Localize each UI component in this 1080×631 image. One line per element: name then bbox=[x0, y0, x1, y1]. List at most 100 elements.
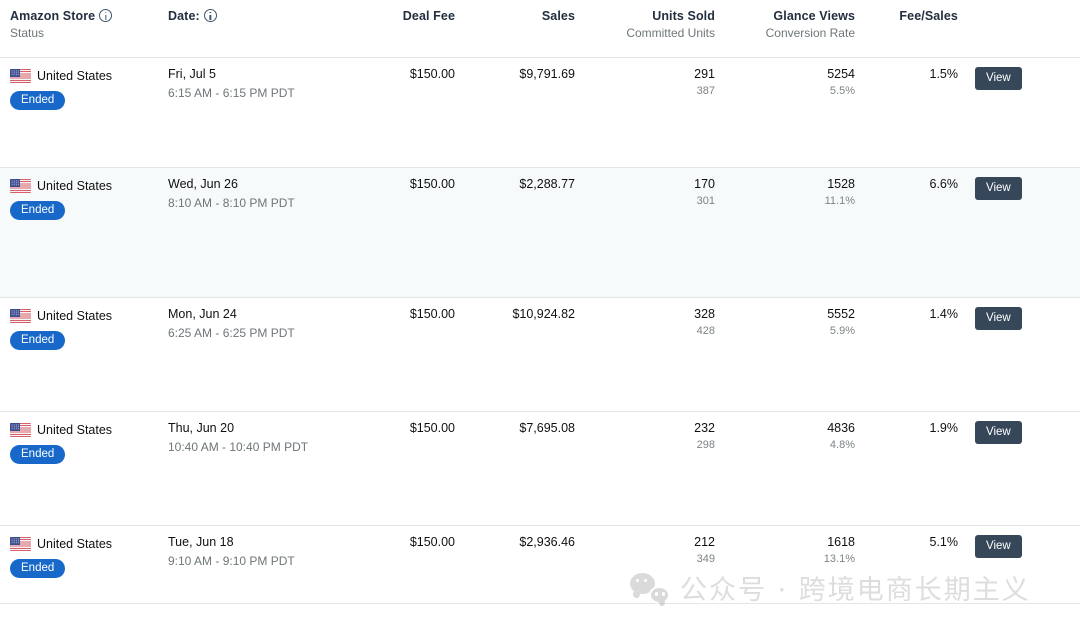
status-badge: Ended bbox=[10, 91, 66, 111]
view-button[interactable]: View bbox=[975, 307, 1022, 331]
cell-glance-views: 5254 5.5% bbox=[715, 67, 855, 97]
fee-sales-value: 5.1% bbox=[929, 535, 959, 549]
cell-deal-fee: $150.00 bbox=[330, 67, 455, 81]
cell-date: Tue, Jun 18 9:10 AM - 9:10 PM PDT bbox=[168, 535, 295, 568]
column-header-glance-views: Glance Views Conversion Rate bbox=[715, 9, 855, 40]
fee-sales-value: 6.6% bbox=[929, 177, 959, 191]
cell-deal-fee: $150.00 bbox=[330, 307, 455, 321]
cell-sales: $2,288.77 bbox=[455, 177, 575, 191]
deal-time-range: 8:10 AM - 8:10 PM PDT bbox=[168, 196, 295, 210]
deal-fee-value: $150.00 bbox=[409, 421, 455, 435]
glance-views-value: 1528 bbox=[827, 177, 855, 191]
status-badge: Ended bbox=[10, 201, 66, 221]
cell-date: Wed, Jun 26 8:10 AM - 8:10 PM PDT bbox=[168, 177, 295, 210]
fee-sales-value: 1.9% bbox=[929, 421, 959, 435]
column-header-date-label: Date: bbox=[168, 9, 217, 23]
committed-units-value: 349 bbox=[696, 553, 715, 565]
units-sold-value: 232 bbox=[694, 421, 715, 435]
deal-time-range: 9:10 AM - 9:10 PM PDT bbox=[168, 554, 295, 568]
table-row[interactable]: United States Ended Tue, Jun 18 9:10 AM - 9… bbox=[0, 526, 1080, 604]
cell-fee-sales: 6.6% bbox=[855, 177, 959, 191]
cell-sales: $7,695.08 bbox=[455, 421, 575, 435]
us-flag-icon bbox=[10, 179, 31, 193]
cell-sales: $9,791.69 bbox=[455, 67, 575, 81]
cell-sales: $2,936.46 bbox=[455, 535, 575, 549]
glance-views-value: 4836 bbox=[827, 421, 855, 435]
cell-amazon-store: United States Ended bbox=[10, 67, 113, 111]
deal-date: Thu, Jun 20 bbox=[168, 421, 235, 435]
cell-amazon-store: United States Ended bbox=[10, 421, 112, 465]
column-header-amazon-store-label: Amazon Store bbox=[10, 9, 113, 23]
column-header-units-sold-label: Units Sold bbox=[652, 9, 715, 23]
cell-deal-fee: $150.00 bbox=[330, 177, 455, 191]
cell-fee-sales: 1.5% bbox=[855, 67, 959, 81]
deal-fee-value: $150.00 bbox=[409, 67, 455, 81]
table-row[interactable]: United States Ended Thu, Jun 20 10:40 AM - … bbox=[0, 412, 1080, 526]
us-flag-icon bbox=[10, 537, 31, 551]
us-flag-icon bbox=[10, 309, 31, 323]
status-badge: Ended bbox=[10, 559, 66, 579]
sales-value: $10,924.82 bbox=[512, 307, 575, 321]
view-button[interactable]: View bbox=[975, 535, 1022, 559]
date-info-icon[interactable] bbox=[203, 9, 217, 22]
store-name: United States bbox=[37, 536, 113, 551]
cell-date: Mon, Jun 24 6:25 AM - 6:25 PM PDT bbox=[168, 307, 295, 340]
cell-fee-sales: 5.1% bbox=[855, 535, 959, 549]
units-sold-value: 328 bbox=[694, 307, 715, 321]
fee-sales-value: 1.4% bbox=[929, 307, 959, 321]
view-button[interactable]: View bbox=[975, 421, 1022, 445]
status-badge: Ended bbox=[10, 331, 66, 351]
table-row[interactable]: United States Ended Fri, Jul 5 6:15 AM - 6:… bbox=[0, 58, 1080, 168]
status-badge: Ended bbox=[10, 445, 66, 465]
column-header-date: Date: bbox=[168, 9, 217, 23]
deals-performance-table: Amazon Store Status Date: Deal Fee Sales… bbox=[0, 0, 1080, 631]
store-name: United States bbox=[37, 308, 113, 323]
deal-time-range: 6:25 AM - 6:25 PM PDT bbox=[168, 326, 295, 340]
deal-fee-value: $150.00 bbox=[409, 177, 455, 191]
table-body: United States Ended Fri, Jul 5 6:15 AM - 6:… bbox=[0, 58, 1080, 604]
sales-value: $2,936.46 bbox=[519, 535, 575, 549]
units-sold-value: 291 bbox=[694, 67, 715, 81]
cell-date: Fri, Jul 5 6:15 AM - 6:15 PM PDT bbox=[168, 67, 295, 100]
deal-date: Wed, Jun 26 bbox=[168, 177, 238, 191]
cell-glance-views: 4836 4.8% bbox=[715, 421, 855, 451]
column-header-sales-label: Sales bbox=[541, 9, 575, 23]
conversion-rate-value: 11.1% bbox=[824, 195, 855, 207]
cell-units-sold: 212 349 bbox=[575, 535, 715, 565]
cell-glance-views: 5552 5.9% bbox=[715, 307, 855, 337]
cell-action: View bbox=[975, 67, 1070, 91]
us-flag-icon bbox=[10, 69, 31, 83]
table-header-row: Amazon Store Status Date: Deal Fee Sales… bbox=[0, 0, 1080, 58]
column-header-units-sold: Units Sold Committed Units bbox=[575, 9, 715, 40]
view-button[interactable]: View bbox=[975, 177, 1022, 201]
column-header-conversion-rate-label: Conversion Rate bbox=[765, 26, 855, 40]
table-row[interactable]: United States Ended Mon, Jun 24 6:25 AM - 6… bbox=[0, 298, 1080, 412]
cell-deal-fee: $150.00 bbox=[330, 535, 455, 549]
conversion-rate-value: 5.5% bbox=[829, 85, 855, 97]
column-header-deal-fee-label: Deal Fee bbox=[402, 9, 455, 23]
cell-amazon-store: United States Ended bbox=[10, 535, 113, 579]
amazon-store-info-icon[interactable] bbox=[99, 9, 113, 22]
table-row[interactable]: United States Ended Wed, Jun 26 8:10 AM - 8… bbox=[0, 168, 1080, 298]
committed-units-value: 301 bbox=[696, 195, 715, 207]
deal-date: Tue, Jun 18 bbox=[168, 535, 234, 549]
cell-amazon-store: United States Ended bbox=[10, 307, 113, 351]
sales-value: $2,288.77 bbox=[519, 177, 575, 191]
glance-views-value: 5254 bbox=[827, 67, 855, 81]
deal-fee-value: $150.00 bbox=[409, 307, 455, 321]
column-header-amazon-store: Amazon Store Status bbox=[10, 9, 113, 40]
cell-action: View bbox=[975, 307, 1070, 331]
column-header-fee-sales-label: Fee/Sales bbox=[899, 9, 958, 23]
cell-units-sold: 328 428 bbox=[575, 307, 715, 337]
committed-units-value: 387 bbox=[696, 85, 715, 97]
cell-units-sold: 291 387 bbox=[575, 67, 715, 97]
sales-value: $7,695.08 bbox=[519, 421, 575, 435]
conversion-rate-value: 5.9% bbox=[829, 325, 855, 337]
cell-units-sold: 170 301 bbox=[575, 177, 715, 207]
view-button[interactable]: View bbox=[975, 67, 1022, 91]
column-header-fee-sales: Fee/Sales bbox=[855, 9, 958, 23]
cell-sales: $10,924.82 bbox=[455, 307, 575, 321]
deal-date: Mon, Jun 24 bbox=[168, 307, 237, 321]
column-header-status-label: Status bbox=[10, 26, 45, 40]
store-name: United States bbox=[37, 68, 113, 83]
